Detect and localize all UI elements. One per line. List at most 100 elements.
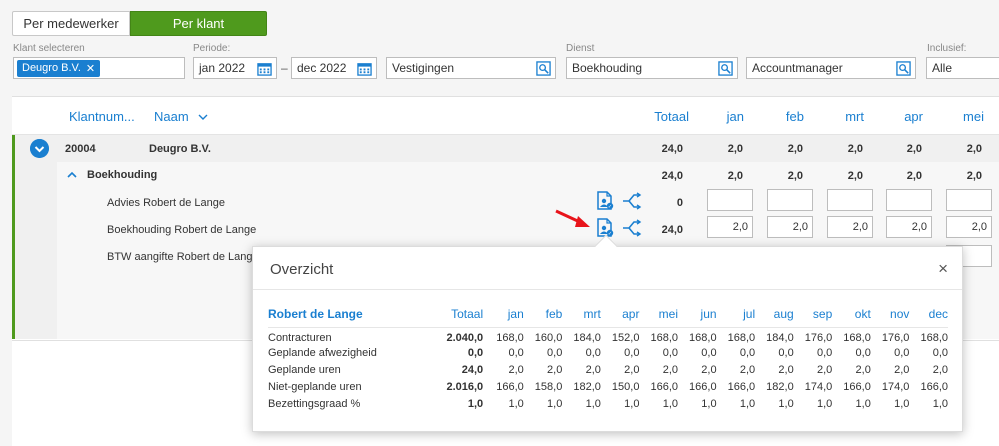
- overview-cell: 168,0: [920, 332, 948, 345]
- overview-cell: 0,0: [662, 347, 678, 359]
- overview-cell: 158,0: [534, 381, 563, 393]
- hours-input[interactable]: 2,0: [767, 216, 813, 238]
- overview-cell: 168,0: [727, 332, 756, 345]
- overview-cell: 2,0: [508, 364, 524, 376]
- overview-cell: 0,0: [739, 347, 756, 359]
- manager-input[interactable]: Accountmanager: [746, 57, 916, 79]
- calendar-icon[interactable]: [357, 61, 372, 76]
- service-month-value: 2,0: [727, 170, 743, 182]
- lookup-icon[interactable]: [718, 61, 733, 76]
- overview-row-label: Niet-geplande uren: [268, 381, 362, 393]
- overview-row-total: 2.016,0: [446, 381, 484, 393]
- overview-cell: 176,0: [881, 332, 910, 345]
- header-month: mrt: [845, 109, 864, 124]
- overview-cell: 0,0: [894, 347, 910, 359]
- overview-row-total: 2.040,0: [446, 332, 484, 345]
- overview-cell: 182,0: [573, 381, 601, 393]
- toggle-per-employee[interactable]: Per medewerker: [12, 11, 130, 36]
- overview-cell: 1,0: [547, 398, 563, 410]
- inclusive-select[interactable]: Alle: [926, 57, 999, 79]
- hours-input[interactable]: 2,0: [946, 216, 992, 238]
- client-row: 20004 Deugro B.V. 24,0 2,0 2,0 2,0 2,0 2…: [15, 135, 999, 162]
- service-input[interactable]: Boekhouding: [566, 57, 738, 79]
- red-arrow-annotation: [555, 209, 590, 227]
- hours-input[interactable]: [946, 189, 992, 211]
- overview-cell: 0,0: [855, 347, 871, 359]
- overview-cell: 0,0: [624, 347, 640, 359]
- calendar-icon[interactable]: [257, 61, 272, 76]
- overview-cell: 1,0: [739, 398, 756, 410]
- employee-overview-icon[interactable]: ✓: [595, 191, 615, 211]
- view-toggle: Per medewerker Per klant: [12, 11, 267, 36]
- overview-cell: 166,0: [689, 381, 717, 393]
- hours-input[interactable]: 2,0: [827, 216, 873, 238]
- hours-input[interactable]: [886, 189, 932, 211]
- header-month: jan: [726, 109, 744, 124]
- client-month-value: 2,0: [727, 143, 743, 155]
- table-header: Klantnum... Naam Totaal jan feb mrt apr …: [12, 97, 999, 135]
- overview-cell: 2,0: [662, 364, 678, 376]
- overview-cell: 1,0: [585, 398, 601, 410]
- overview-row: Contracturen 2.040,0 168,0 160,0 184,0 1…: [268, 328, 948, 345]
- overview-row: Bezettingsgraad % 1,0 1,0 1,0 1,0 1,0 1,…: [268, 396, 948, 413]
- lookup-icon[interactable]: [896, 61, 911, 76]
- hours-input[interactable]: 2,0: [886, 216, 932, 238]
- overview-cell: 168,0: [496, 332, 524, 345]
- overview-cell: 168,0: [843, 332, 871, 345]
- overview-cell: 1,0: [662, 398, 678, 410]
- header-month: mei: [963, 109, 984, 124]
- period-from-input[interactable]: jan 2022: [193, 57, 277, 79]
- overview-month-header: mrt: [562, 305, 601, 328]
- overview-cell: 174,0: [804, 381, 833, 393]
- chip-remove-icon[interactable]: ✕: [86, 62, 95, 75]
- overview-cell: 168,0: [650, 332, 678, 345]
- client-number: 20004: [65, 143, 96, 155]
- collapse-chevron-icon[interactable]: [30, 139, 49, 158]
- client-chip: Deugro B.V. ✕: [17, 59, 101, 77]
- overview-month-header: nov: [870, 305, 910, 328]
- header-client-number[interactable]: Klantnum...: [69, 109, 135, 124]
- hours-input[interactable]: [767, 189, 813, 211]
- task-name: BTW aangifte Robert de Lange: [107, 251, 259, 263]
- service-name: Boekhouding: [87, 169, 158, 181]
- overview-cell: 2,0: [932, 364, 948, 376]
- overview-cell: 2,0: [739, 364, 756, 376]
- overview-cell: 0,0: [508, 347, 524, 359]
- task-name: Boekhouding Robert de Lange: [107, 224, 257, 236]
- hours-input[interactable]: [707, 189, 753, 211]
- overview-cell: 1,0: [816, 398, 833, 410]
- hours-input[interactable]: 2,0: [707, 216, 753, 238]
- chevron-down-icon[interactable]: [198, 113, 208, 121]
- overview-row-label: Bezettingsgraad %: [268, 398, 361, 410]
- overview-cell: 0,0: [778, 347, 794, 359]
- location-input[interactable]: Vestigingen: [386, 57, 556, 79]
- overview-cell: 166,0: [920, 381, 948, 393]
- client-select[interactable]: Deugro B.V. ✕: [13, 57, 185, 79]
- overview-cell: 1,0: [701, 398, 717, 410]
- lookup-icon[interactable]: [536, 61, 551, 76]
- overview-month-header: jan: [483, 305, 524, 328]
- period-to-input[interactable]: dec 2022: [291, 57, 377, 79]
- overview-cell: 0,0: [701, 347, 717, 359]
- overview-header-row: Robert de Lange Totaal jan feb mrt apr m…: [268, 305, 948, 328]
- overview-cell: 0,0: [585, 347, 601, 359]
- overview-popover: Overzicht × Robert de Lange Totaal jan f…: [252, 234, 963, 432]
- client-total: 24,0: [661, 143, 683, 155]
- header-name[interactable]: Naam: [154, 109, 208, 124]
- hours-input[interactable]: [827, 189, 873, 211]
- toggle-per-client[interactable]: Per klant: [130, 11, 267, 36]
- overview-total-header: Totaal: [420, 305, 484, 328]
- overview-month-header: okt: [832, 305, 871, 328]
- overview-row-total: 0,0: [467, 347, 484, 359]
- header-total[interactable]: Totaal: [642, 109, 689, 124]
- chevron-up-icon[interactable]: [67, 171, 77, 179]
- overview-cell: 1,0: [894, 398, 910, 410]
- service-label: Dienst: [566, 43, 595, 54]
- service-month-value: 2,0: [966, 170, 982, 182]
- overview-cell: 1,0: [932, 398, 948, 410]
- overview-employee-name: Robert de Lange: [268, 305, 421, 328]
- inclusive-value: Alle: [932, 61, 953, 75]
- client-month-value: 2,0: [847, 143, 863, 155]
- close-icon[interactable]: ×: [938, 259, 948, 279]
- overview-row: Niet-geplande uren 2.016,0 166,0 158,0 1…: [268, 379, 948, 396]
